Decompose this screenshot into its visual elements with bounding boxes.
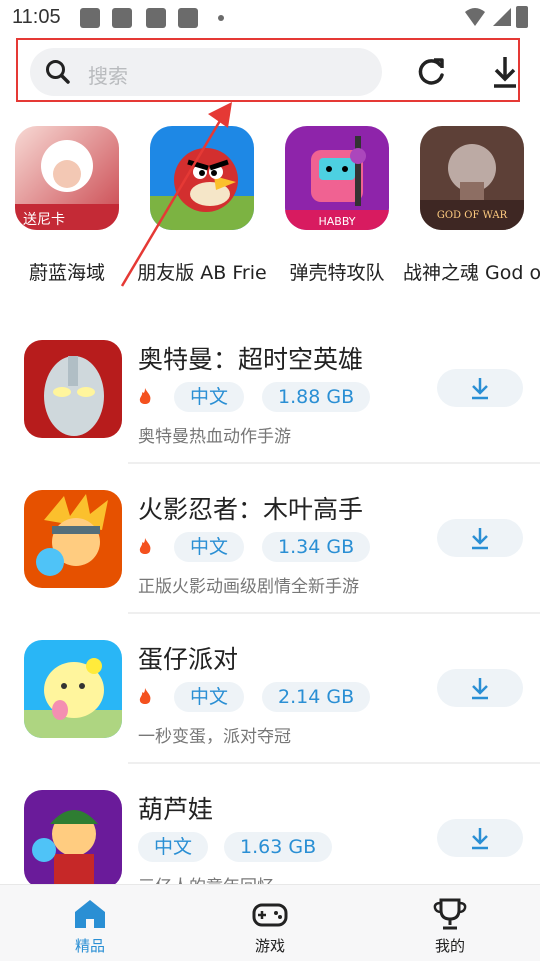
- game-title: 奥特曼：超时空英雄: [138, 345, 364, 374]
- trophy-icon: [433, 898, 467, 930]
- divider: [128, 612, 540, 614]
- download-icon: [472, 828, 488, 850]
- list-item[interactable]: 奥特曼：超时空英雄 中文 1.88 GB 奥特曼热血动作手游: [0, 322, 540, 472]
- download-manager-icon[interactable]: [488, 54, 522, 90]
- download-icon: [472, 528, 488, 550]
- game-title: 葫芦娃: [138, 795, 214, 824]
- home-icon: [75, 900, 105, 928]
- download-icon: [472, 378, 488, 400]
- featured-badge: GOD OF WAR: [437, 210, 508, 221]
- battery-icon: [516, 6, 528, 28]
- game-description: 一秒变蛋，派对夺冠: [138, 727, 291, 747]
- notification-icon: [178, 8, 198, 28]
- download-button[interactable]: [437, 369, 523, 407]
- featured-item[interactable]: 送尼卡 蔚蓝海域: [12, 124, 122, 294]
- game-title: 火影忍者：木叶高手: [138, 495, 364, 524]
- status-bar: 11:05: [0, 0, 540, 36]
- nav-label: 精品: [74, 937, 105, 955]
- game-icon: GOD OF WAR: [420, 126, 524, 230]
- featured-item[interactable]: HABBY 弹壳特攻队: [282, 124, 392, 294]
- download-button[interactable]: [437, 819, 523, 857]
- divider: [128, 762, 540, 764]
- game-icon: [24, 640, 122, 738]
- hot-fire-icon: [139, 388, 151, 404]
- gamepad-icon: [252, 903, 288, 927]
- language-tag: 中文: [174, 382, 245, 412]
- search-icon: [46, 60, 70, 84]
- size-tag: 1.34 GB: [262, 532, 371, 562]
- refresh-icon[interactable]: [414, 56, 448, 90]
- game-icon: HABBY: [285, 126, 389, 230]
- download-button[interactable]: [437, 519, 523, 557]
- language-tag: 中文: [174, 682, 245, 712]
- signal-icon: [493, 8, 511, 26]
- list-item[interactable]: 蛋仔派对 中文 2.14 GB 一秒变蛋，派对夺冠: [0, 622, 540, 772]
- annotation-arrow: [120, 102, 232, 287]
- featured-label: 战神之魂 God of: [403, 262, 540, 284]
- size-tag: 1.88 GB: [262, 382, 371, 412]
- search-input[interactable]: [30, 48, 382, 96]
- gallery-icon: [80, 8, 100, 28]
- nav-label: 我的: [434, 937, 465, 955]
- featured-label: 弹壳特攻队: [289, 262, 385, 284]
- notification-icon: [146, 8, 166, 28]
- nav-item-mine[interactable]: 我的: [390, 885, 510, 961]
- game-icon: [24, 790, 122, 888]
- nav-item-games[interactable]: 游戏: [210, 885, 330, 961]
- download-icon: [472, 678, 488, 700]
- game-description: 奥特曼热血动作手游: [138, 427, 291, 447]
- featured-badge: 送尼卡: [23, 212, 65, 228]
- language-tag: 中文: [174, 532, 245, 562]
- featured-item[interactable]: GOD OF WAR 战神之魂 God of: [403, 124, 540, 294]
- hot-fire-icon: [139, 688, 151, 704]
- game-icon: 送尼卡: [15, 126, 119, 230]
- status-time: 11:05: [12, 6, 61, 28]
- game-icon: [24, 340, 122, 438]
- more-notifications-icon: [218, 15, 224, 21]
- wifi-icon: [465, 8, 485, 26]
- featured-badge: HABBY: [318, 215, 355, 228]
- size-tag: 1.63 GB: [224, 832, 333, 862]
- list-item[interactable]: 火影忍者：木叶高手 中文 1.34 GB 正版火影动画级剧情全新手游: [0, 472, 540, 622]
- language-tag: 中文: [138, 832, 209, 862]
- divider: [128, 462, 540, 464]
- nav-item-featured[interactable]: 精品: [30, 885, 150, 961]
- notification-icon: [112, 8, 132, 28]
- featured-carousel[interactable]: 送尼卡 蔚蓝海域 朋友版 AB Frie HABBY 弹壳特攻队 GOD OF …: [0, 124, 540, 294]
- game-icon: [24, 490, 122, 588]
- game-title: 蛋仔派对: [138, 645, 239, 674]
- bottom-nav: 精品 游戏 我的: [0, 884, 540, 961]
- nav-label: 游戏: [254, 937, 285, 955]
- hot-fire-icon: [139, 538, 151, 554]
- size-tag: 2.14 GB: [262, 682, 371, 712]
- download-button[interactable]: [437, 669, 523, 707]
- game-description: 正版火影动画级剧情全新手游: [138, 577, 359, 597]
- search-placeholder: 搜索: [88, 64, 128, 88]
